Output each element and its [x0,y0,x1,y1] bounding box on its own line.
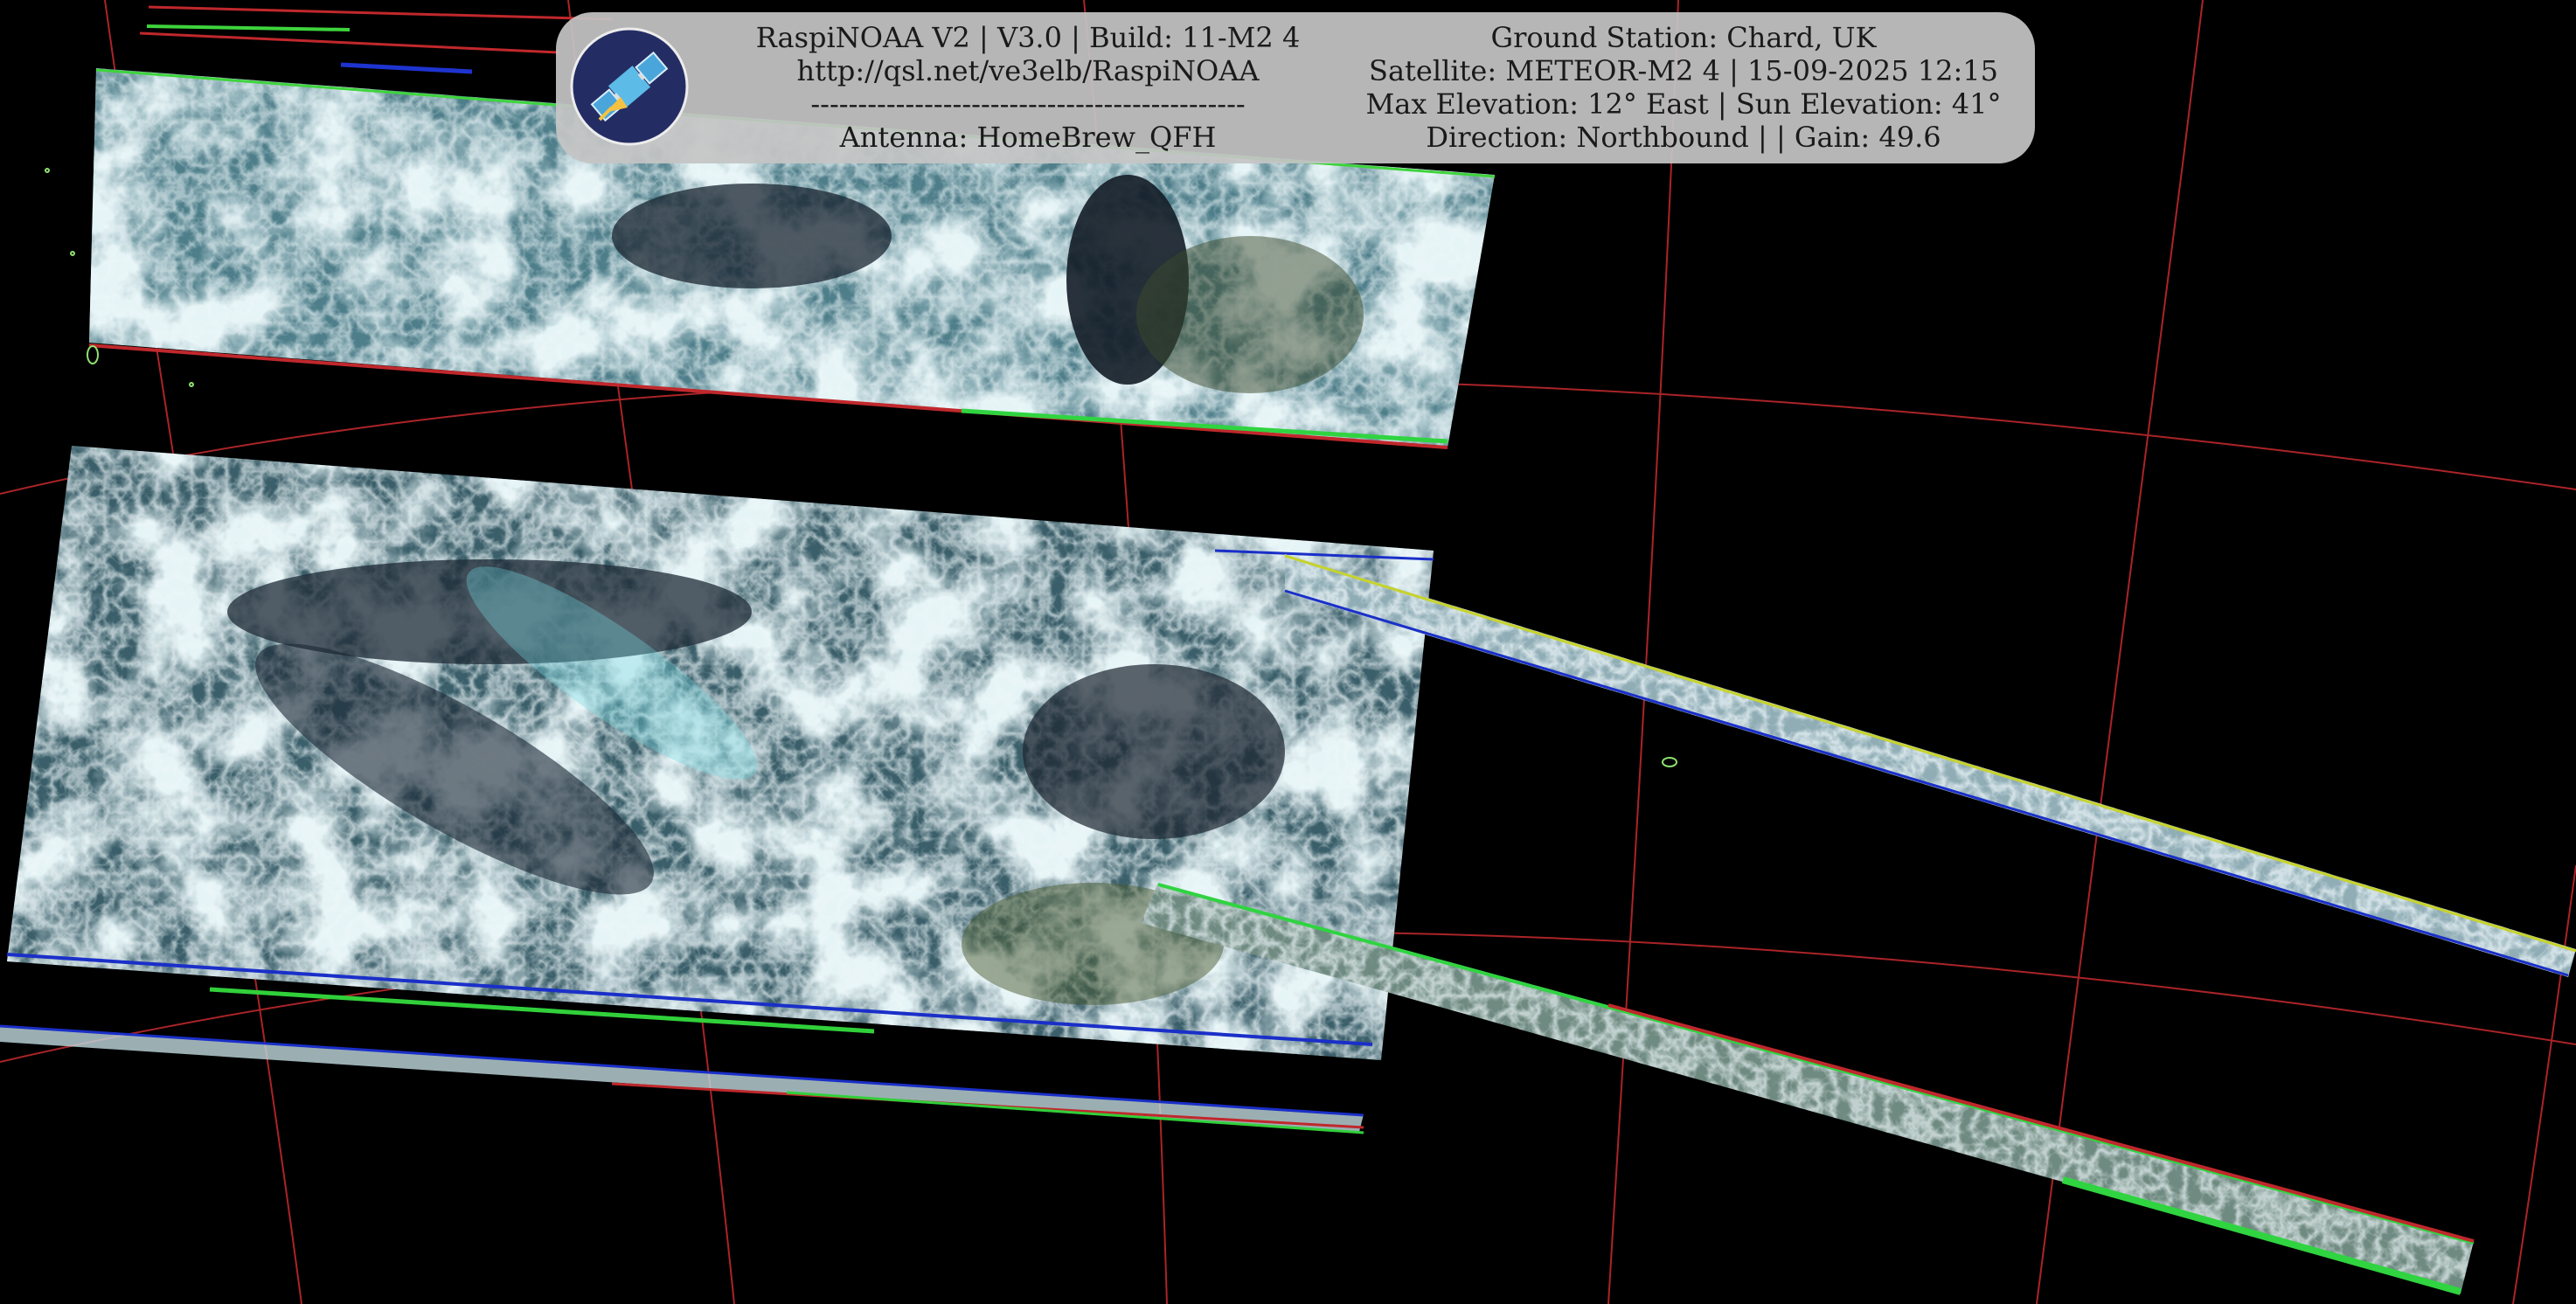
antenna-info: Antenna: HomeBrew_QFH [839,121,1217,154]
elevation-info: Max Elevation: 12° East | Sun Elevation:… [1365,87,2002,121]
ground-station: Ground Station: Chard, UK [1490,21,1877,54]
satellite-icon [570,27,689,146]
satellite-composite-map [0,0,2576,1304]
separator-line: ----------------------------------------… [810,87,1246,121]
satellite-pass: Satellite: METEOR-M2 4 | 15-09-2025 12:1… [1369,54,1998,87]
software-version: RaspiNOAA V2 | V3.0 | Build: 11-M2 4 [755,21,1301,54]
project-url: http://qsl.net/ve3elb/RaspiNOAA [796,54,1260,87]
direction-gain: Direction: Northbound | | Gain: 49.6 [1426,121,1941,154]
pass-info-overlay: RaspiNOAA V2 | V3.0 | Build: 11-M2 4 htt… [556,12,2035,163]
